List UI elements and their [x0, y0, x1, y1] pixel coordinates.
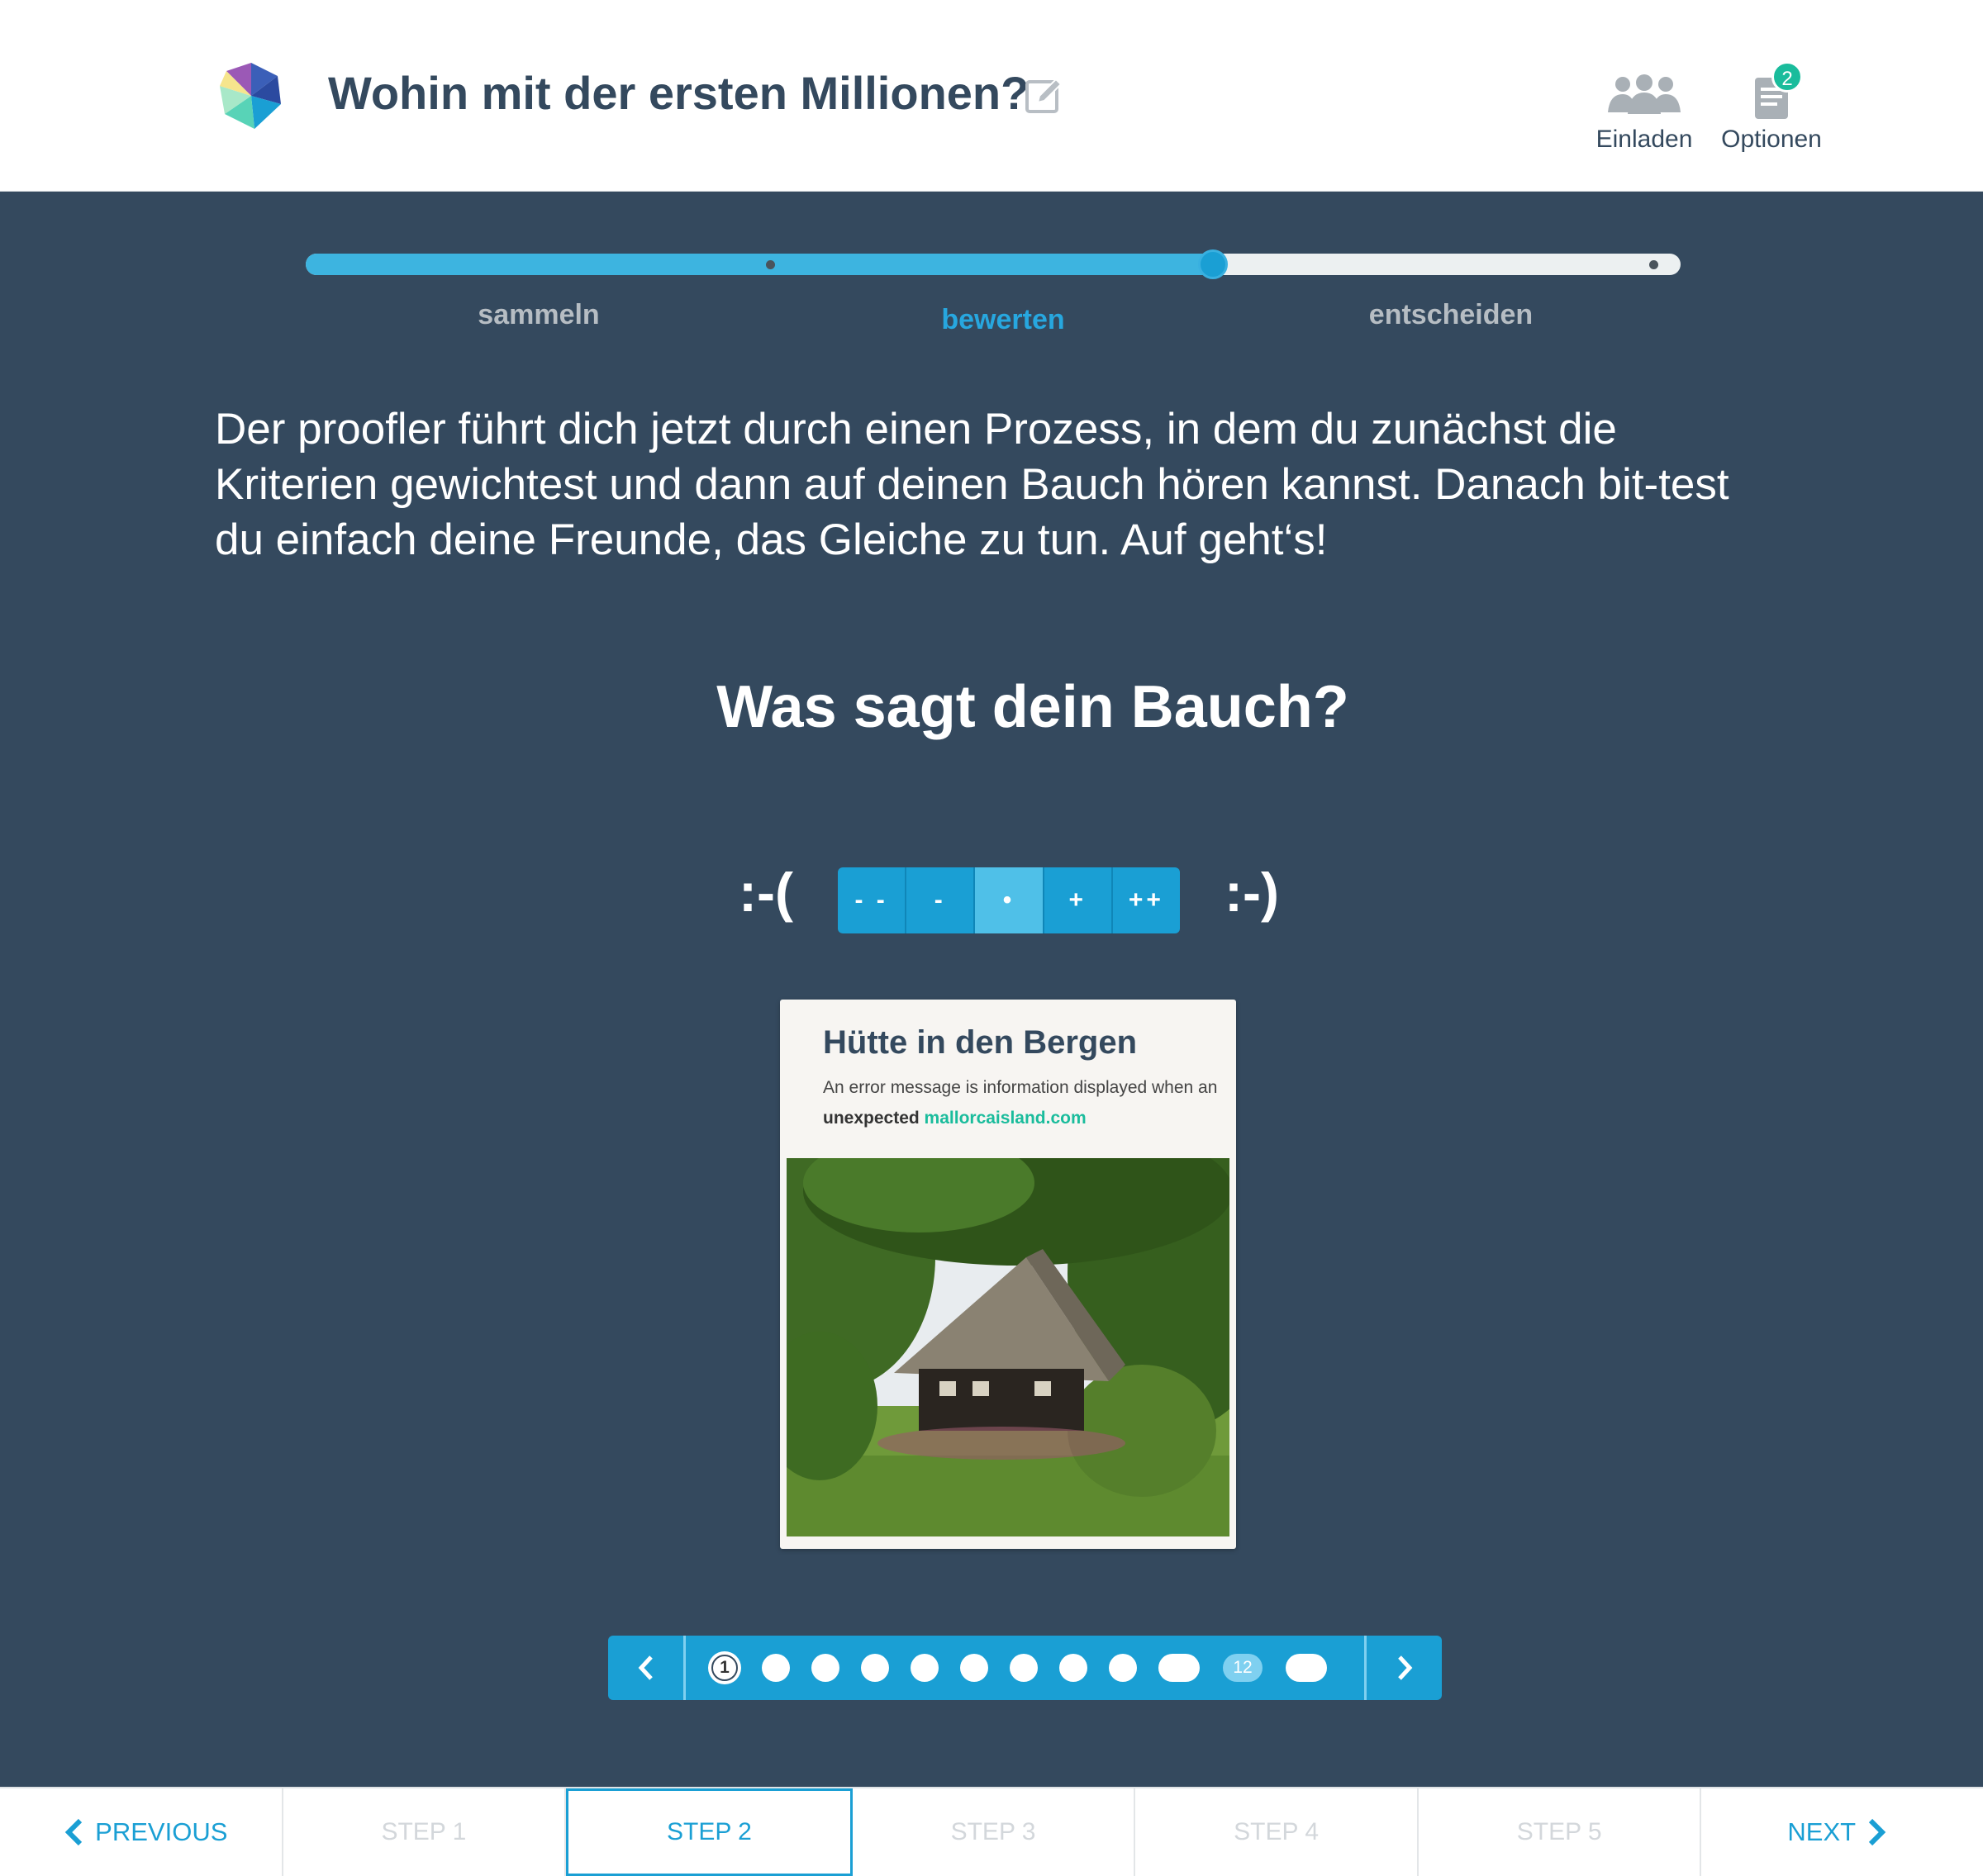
- people-icon: [1608, 74, 1681, 114]
- page-title: Wohin mit der ersten Millionen?: [328, 67, 1030, 119]
- rating-very-negative-button[interactable]: - -: [838, 867, 907, 933]
- card-description-text: An error message is information displaye…: [823, 1078, 1218, 1097]
- pager-dot[interactable]: [1059, 1654, 1087, 1682]
- logo-icon[interactable]: [216, 61, 286, 131]
- invite-button[interactable]: Einladen: [1593, 66, 1695, 154]
- gut-rating-scale: - - - • + ++: [838, 867, 1180, 933]
- phase-label-entscheiden[interactable]: entscheiden: [1286, 299, 1616, 331]
- pager-dot-current[interactable]: 1: [708, 1651, 741, 1684]
- card-description: An error message is information displaye…: [823, 1072, 1220, 1133]
- phase-progress-bar[interactable]: [306, 249, 1681, 279]
- pager-dot[interactable]: [1286, 1654, 1327, 1682]
- options-button[interactable]: 2 Optionen: [1714, 61, 1829, 154]
- options-label: Optionen: [1721, 126, 1822, 153]
- pager-dot[interactable]: [960, 1654, 988, 1682]
- options-badge: 2: [1771, 61, 1803, 93]
- chevron-left-icon: [638, 1655, 653, 1680]
- step-5-tab[interactable]: STEP 5: [1419, 1788, 1702, 1876]
- progress-handle[interactable]: [1198, 249, 1228, 279]
- intro-text: Der proofler führt dich jetzt durch eine…: [215, 405, 1729, 564]
- card-image: [787, 1158, 1229, 1536]
- next-label: NEXT: [1787, 1817, 1857, 1846]
- card-title: Hütte in den Bergen: [823, 1024, 1138, 1061]
- rating-negative-button[interactable]: -: [906, 867, 976, 933]
- chevron-right-icon: [1397, 1655, 1412, 1680]
- pager-count-dot[interactable]: 12: [1223, 1654, 1263, 1682]
- pager-dot[interactable]: [762, 1654, 790, 1682]
- pager-dot[interactable]: [811, 1654, 839, 1682]
- previous-label: PREVIOUS: [95, 1817, 228, 1846]
- card-pager: 1 12: [608, 1636, 1442, 1700]
- previous-button[interactable]: PREVIOUS: [0, 1788, 283, 1876]
- step-4-tab[interactable]: STEP 4: [1135, 1788, 1419, 1876]
- step-3-tab[interactable]: STEP 3: [853, 1788, 1136, 1876]
- chevron-right-icon: [1868, 1818, 1886, 1846]
- invite-label: Einladen: [1595, 126, 1693, 153]
- step-1-tab[interactable]: STEP 1: [283, 1788, 567, 1876]
- progress-fill: [306, 254, 1213, 275]
- phase-label-sammeln[interactable]: sammeln: [373, 299, 704, 331]
- pager-dot[interactable]: [861, 1654, 889, 1682]
- sad-emoticon: :-(: [739, 862, 793, 923]
- phase-label-bewerten[interactable]: bewerten: [838, 304, 1168, 336]
- pager-prev-button[interactable]: [608, 1636, 686, 1700]
- pager-next-button[interactable]: [1364, 1636, 1442, 1700]
- rating-positive-button[interactable]: +: [1044, 867, 1113, 933]
- pager-dot[interactable]: [1158, 1654, 1200, 1682]
- app-header: Wohin mit der ersten Millionen? Einladen: [0, 0, 1983, 192]
- option-card[interactable]: Hütte in den Bergen An error message is …: [780, 1000, 1236, 1549]
- next-button[interactable]: NEXT: [1701, 1788, 1983, 1876]
- rating-neutral-button[interactable]: •: [975, 867, 1044, 933]
- rating-very-positive-button[interactable]: ++: [1113, 867, 1180, 933]
- card-description-bold: unexpected: [823, 1109, 920, 1128]
- question-heading: Was sagt dein Bauch?: [716, 674, 1349, 740]
- step-2-tab[interactable]: STEP 2: [566, 1788, 853, 1876]
- phase-marker: [1649, 260, 1658, 269]
- edit-icon[interactable]: [1025, 76, 1064, 116]
- pager-dot[interactable]: [911, 1654, 939, 1682]
- happy-emoticon: :-): [1225, 862, 1279, 923]
- phase-marker: [766, 260, 775, 269]
- pager-dot[interactable]: [1010, 1654, 1038, 1682]
- pager-dot[interactable]: [1109, 1654, 1137, 1682]
- card-link[interactable]: mallorcaisland.com: [925, 1109, 1087, 1128]
- chevron-left-icon: [64, 1818, 83, 1846]
- step-navigation: PREVIOUS STEP 1 STEP 2 STEP 3 STEP 4 STE…: [0, 1787, 1983, 1876]
